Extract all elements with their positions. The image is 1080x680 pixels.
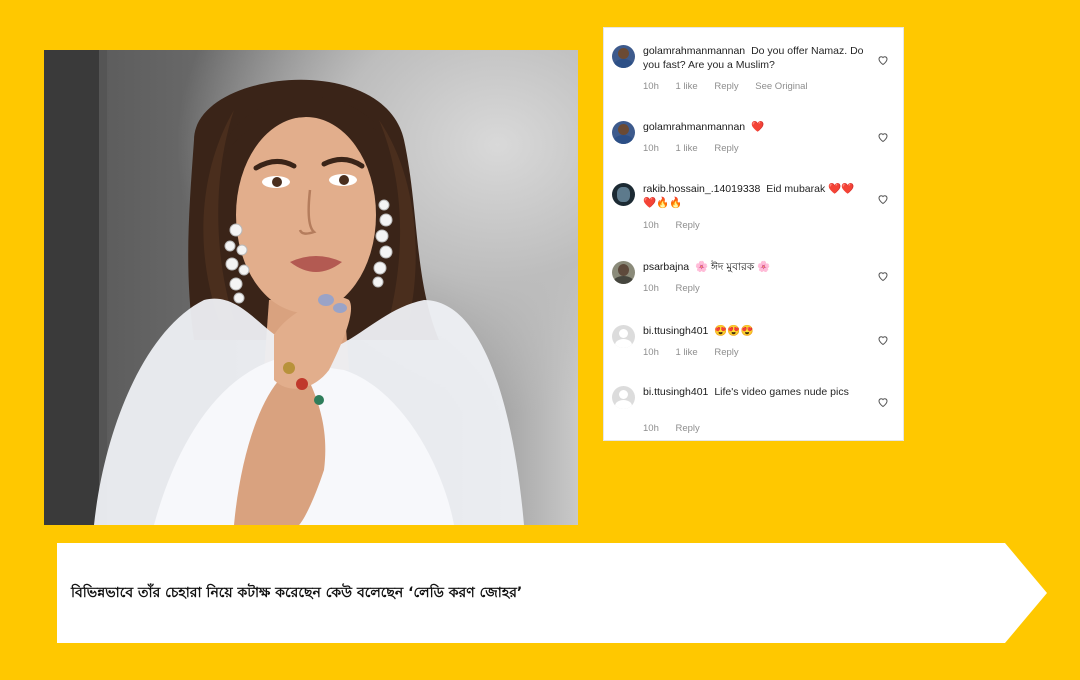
user-avatar[interactable] [612,183,635,206]
comments-panel: golamrahmanmannan Do you offer Namaz. Do… [603,27,904,441]
comment-text-block: golamrahmanmannan Do you offer Namaz. Do… [643,44,865,72]
heart-icon[interactable] [877,396,889,408]
reply-button[interactable]: Reply [676,283,700,294]
comment-meta: 10h Reply [643,423,714,434]
comment-time: 10h [643,81,659,92]
default-avatar-icon[interactable] [612,386,635,409]
reply-button[interactable]: Reply [714,143,738,154]
comment-text-block: rakib.hossain_.14019338 Eid mubarak ❤️❤️… [643,182,865,210]
comment-time: 10h [643,283,659,294]
reply-button[interactable]: Reply [676,423,700,434]
see-original-button[interactable]: See Original [755,81,807,92]
caption-banner: বিভিন্নভাবে তাঁর চেহারা নিয়ে কটাক্ষ করে… [57,543,1047,643]
comment-meta: 10h 1 like Reply See Original [643,81,822,92]
heart-icon[interactable] [877,270,889,282]
comment-time: 10h [643,347,659,358]
comment-username[interactable]: bi.ttusingh401 [643,325,708,337]
reply-button[interactable]: Reply [714,81,738,92]
woman-illustration [44,50,524,525]
comment-body: 🌸 ঈদ মুবারক 🌸 [695,261,771,273]
comment-meta: 10h 1 like Reply [643,143,753,154]
comment-username[interactable]: bi.ttusingh401 [643,386,708,398]
comment-likes[interactable]: 1 like [676,81,698,92]
comment-body: 😍😍😍 [714,325,754,337]
comment-text-block: psarbajna 🌸 ঈদ মুবারক 🌸 [643,260,865,274]
comment-time: 10h [643,220,659,231]
heart-icon[interactable] [877,131,889,143]
comment-meta: 10h Reply [643,283,714,294]
comment-likes[interactable]: 1 like [676,143,698,154]
comment-likes[interactable]: 1 like [676,347,698,358]
comment-time: 10h [643,143,659,154]
heart-icon[interactable] [877,54,889,66]
comment-body: ❤️ [751,121,765,133]
user-avatar[interactable] [612,121,635,144]
user-avatar[interactable] [612,261,635,284]
heart-icon[interactable] [877,193,889,205]
comment-body: Life's video games nude pics [714,386,849,398]
caption-text: বিভিন্নভাবে তাঁর চেহারা নিয়ে কটাক্ষ করে… [71,585,523,601]
heart-icon[interactable] [877,334,889,346]
comment-meta: 10h Reply [643,220,714,231]
woman-photo [44,50,578,525]
comment-text-block: golamrahmanmannan ❤️ [643,120,865,134]
comment-meta: 10h 1 like Reply [643,347,753,358]
comment-time: 10h [643,423,659,434]
reply-button[interactable]: Reply [714,347,738,358]
comment-username[interactable]: golamrahmanmannan [643,45,745,57]
user-avatar[interactable] [612,45,635,68]
reply-button[interactable]: Reply [676,220,700,231]
default-avatar-icon[interactable] [612,325,635,348]
comment-username[interactable]: psarbajna [643,261,689,273]
comment-username[interactable]: rakib.hossain_.14019338 [643,183,760,195]
comment-text-block: bi.ttusingh401 Life's video games nude p… [643,385,865,399]
comment-text-block: bi.ttusingh401 😍😍😍 [643,324,865,338]
comment-username[interactable]: golamrahmanmannan [643,121,745,133]
